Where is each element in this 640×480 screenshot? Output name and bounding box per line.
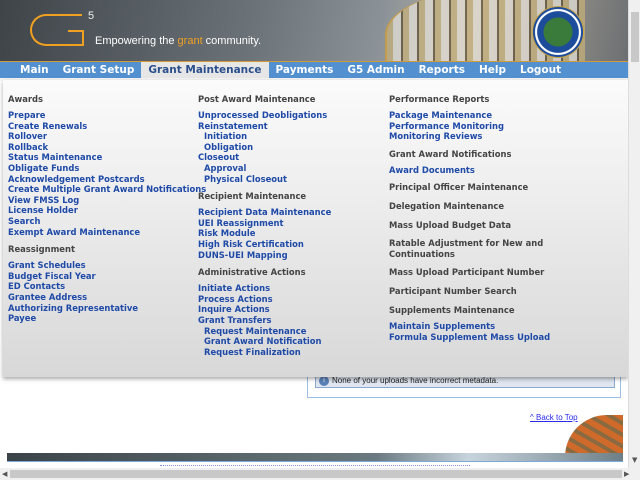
menu-link-ed-contacts[interactable]: ED Contacts	[8, 281, 206, 292]
menu-link-initiation[interactable]: Initiation	[198, 131, 331, 142]
logo-superscript: 5	[88, 10, 95, 22]
menu-link-view-fmss-log[interactable]: View FMSS Log	[8, 195, 206, 206]
tagline-text: Empowering the	[95, 35, 178, 47]
menu-link-formula-supplement-mass-upload[interactable]: Formula Supplement Mass Upload	[389, 332, 559, 343]
back-to-top-link[interactable]: ^ Back to Top	[530, 413, 578, 422]
menu-link-rollover[interactable]: Rollover	[8, 131, 206, 142]
tab-main[interactable]: Main	[13, 62, 56, 78]
menu-link-uei-reassignment[interactable]: UEI Reassignment	[198, 218, 331, 229]
scroll-down-arrow-icon[interactable]: ▼	[632, 456, 637, 464]
menu-column-post-award: Post Award Maintenance Unprocessed Deobl…	[198, 93, 331, 357]
menu-link-exempt-award-maintenance[interactable]: Exempt Award Maintenance	[8, 227, 206, 238]
menu-link-performance-monitoring[interactable]: Performance Monitoring	[389, 121, 559, 132]
heading-grant-award-notifications: Grant Award Notifications	[389, 148, 512, 159]
menu-link-prepare[interactable]: Prepare	[8, 110, 206, 121]
menu-column-performance: Performance Reports Package Maintenance …	[389, 93, 559, 343]
info-icon: i	[319, 376, 329, 386]
menu-link-request-finalization[interactable]: Request Finalization	[198, 347, 331, 358]
menu-link-physical-closeout[interactable]: Physical Closeout	[198, 174, 331, 185]
menu-link-grant-award-notification[interactable]: Grant Award Notification	[198, 336, 331, 347]
menu-link-acknowledgement-postcards[interactable]: Acknowledgement Postcards	[8, 174, 206, 185]
tab-reports[interactable]: Reports	[412, 62, 472, 78]
main-nav: Main Grant Setup Grant Maintenance Payme…	[0, 61, 628, 78]
scroll-left-arrow-icon[interactable]: ◀	[2, 470, 7, 478]
menu-link-grantee-address[interactable]: Grantee Address	[8, 292, 206, 303]
menu-link-license-holder[interactable]: License Holder	[8, 205, 206, 216]
tagline: Empowering the grant community.	[95, 35, 261, 47]
tab-logout[interactable]: Logout	[513, 62, 568, 78]
menu-link-mass-upload-budget-data[interactable]: Mass Upload Budget Data	[389, 219, 559, 236]
info-message: None of your uploads have incorrect meta…	[332, 376, 499, 385]
heading-supplements-maintenance: Supplements Maintenance	[389, 305, 515, 316]
heading-post-award-maintenance: Post Award Maintenance	[198, 94, 316, 104]
menu-link-closeout[interactable]: Closeout	[198, 152, 331, 163]
tab-g5-admin[interactable]: G5 Admin	[340, 62, 411, 78]
menu-link-approval[interactable]: Approval	[198, 163, 331, 174]
header-banner: 5 Empowering the grant community.	[0, 0, 628, 62]
menu-link-create-multiple-gans[interactable]: Create Multiple Grant Award Notification…	[8, 184, 206, 195]
heading-performance-reports: Performance Reports	[389, 94, 490, 104]
menu-link-duns-uei-mapping[interactable]: DUNS-UEI Mapping	[198, 250, 331, 261]
menu-link-recipient-data-maintenance[interactable]: Recipient Data Maintenance	[198, 207, 331, 218]
heading-reassignment: Reassignment	[8, 244, 75, 255]
menu-link-package-maintenance[interactable]: Package Maintenance	[389, 110, 559, 121]
vertical-scrollbar[interactable]: ▼	[628, 0, 640, 468]
tagline-highlight: grant	[177, 35, 203, 47]
menu-link-rollback[interactable]: Rollback	[8, 142, 206, 153]
tab-help[interactable]: Help	[472, 62, 513, 78]
menu-link-principal-officer-maintenance[interactable]: Principal Officer Maintenance	[389, 181, 559, 198]
menu-link-initiate-actions[interactable]: Initiate Actions	[198, 283, 331, 294]
grant-maintenance-dropdown: Awards Prepare Create Renewals Rollover …	[3, 80, 628, 377]
menu-link-payee[interactable]: Payee	[8, 313, 206, 324]
menu-link-participant-number-search[interactable]: Participant Number Search	[389, 285, 559, 302]
horizontal-scroll-thumb[interactable]	[10, 470, 622, 478]
heading-administrative-actions: Administrative Actions	[198, 267, 306, 278]
menu-link-unprocessed-deobligations[interactable]: Unprocessed Deobligations	[198, 110, 331, 121]
tab-grant-setup[interactable]: Grant Setup	[56, 62, 142, 78]
menu-link-ratable-adjustment[interactable]: Ratable Adjustment for New and Continuat…	[389, 238, 559, 260]
tagline-text-end: community.	[202, 35, 262, 47]
menu-link-authorizing-representative[interactable]: Authorizing Representative	[8, 303, 206, 314]
menu-link-reinstatement[interactable]: Reinstatement	[198, 121, 331, 132]
menu-link-request-maintenance[interactable]: Request Maintenance	[198, 326, 331, 337]
menu-link-mass-upload-participant-number[interactable]: Mass Upload Participant Number	[389, 266, 559, 283]
menu-link-inquire-actions[interactable]: Inquire Actions	[198, 304, 331, 315]
menu-link-search[interactable]: Search	[8, 216, 206, 227]
menu-link-grant-schedules[interactable]: Grant Schedules	[8, 260, 206, 271]
menu-link-obligate-funds[interactable]: Obligate Funds	[8, 163, 206, 174]
menu-column-awards: Awards Prepare Create Renewals Rollover …	[8, 93, 206, 324]
menu-link-budget-fiscal-year[interactable]: Budget Fiscal Year	[8, 271, 206, 282]
menu-link-create-renewals[interactable]: Create Renewals	[8, 121, 206, 132]
g5-logo	[30, 14, 84, 46]
vertical-scroll-thumb[interactable]	[631, 12, 639, 62]
menu-link-delegation-maintenance[interactable]: Delegation Maintenance	[389, 200, 559, 217]
tab-grant-maintenance[interactable]: Grant Maintenance	[141, 62, 269, 78]
tab-payments[interactable]: Payments	[269, 62, 341, 78]
horizontal-scrollbar[interactable]: ◀ ▶	[0, 468, 640, 480]
footer-banner	[7, 453, 623, 462]
scroll-right-arrow-icon[interactable]: ▶	[624, 470, 629, 478]
menu-link-monitoring-reviews[interactable]: Monitoring Reviews	[389, 131, 559, 142]
menu-link-status-maintenance[interactable]: Status Maintenance	[8, 152, 206, 163]
menu-link-high-risk-certification[interactable]: High Risk Certification	[198, 239, 331, 250]
menu-link-award-documents[interactable]: Award Documents	[389, 165, 559, 176]
heading-awards: Awards	[8, 94, 43, 104]
menu-link-obligation[interactable]: Obligation	[198, 142, 331, 153]
department-seal-icon	[532, 6, 584, 58]
menu-link-process-actions[interactable]: Process Actions	[198, 294, 331, 305]
menu-link-grant-transfers[interactable]: Grant Transfers	[198, 315, 331, 326]
heading-recipient-maintenance: Recipient Maintenance	[198, 191, 307, 202]
menu-link-maintain-supplements[interactable]: Maintain Supplements	[389, 321, 559, 332]
menu-link-risk-module[interactable]: Risk Module	[198, 228, 331, 239]
